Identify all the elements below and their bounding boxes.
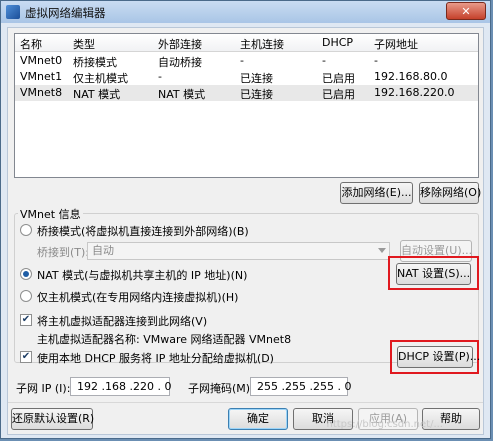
row-dhcp: 已启用 xyxy=(322,72,355,85)
bridged-mode-radio[interactable] xyxy=(20,224,32,236)
connect-adapter-label[interactable]: 将主机虚拟适配器连接到此网络(V) xyxy=(37,313,207,329)
bridged-to-select[interactable]: 自动 xyxy=(87,242,390,260)
subnet-ip-input[interactable]: 192 .168 .220 . 0 xyxy=(70,377,171,396)
restore-defaults-button[interactable]: 还原默认设置(R) xyxy=(11,408,94,430)
subnet-mask-label: 子网掩码(M): xyxy=(188,382,254,395)
row-host: 已连接 xyxy=(240,88,273,101)
row-name: VMnet0 xyxy=(20,54,63,67)
row-subnet: 192.168.220.0 xyxy=(374,86,455,99)
list-header: 名称 类型 外部连接 主机连接 DHCP 子网地址 xyxy=(15,34,478,52)
row-type: 桥接模式 xyxy=(73,56,117,69)
dhcp-settings-button[interactable]: DHCP 设置(P)... xyxy=(397,346,480,368)
title-bar[interactable]: 虚拟网络编辑器 ✕ xyxy=(1,1,490,23)
ok-button[interactable]: 确定 xyxy=(228,408,288,430)
subnet-mask-input[interactable]: 255 .255 .255 . 0 xyxy=(250,377,351,396)
vmnet-info-label: VMnet 信息 xyxy=(18,206,83,222)
table-row[interactable]: VMnet0 桥接模式 自动桥接 - - - xyxy=(15,53,478,69)
row-dhcp: - xyxy=(322,54,326,67)
dialog-body: 名称 类型 外部连接 主机连接 DHCP 子网地址 VMnet0 桥接模式 自动… xyxy=(7,27,484,435)
bridged-mode-label[interactable]: 桥接模式(将虚拟机直接连接到外部网络)(B) xyxy=(37,223,249,239)
divider xyxy=(8,402,483,403)
bridged-to-value: 自动 xyxy=(92,244,114,257)
row-host: 已连接 xyxy=(240,72,273,85)
adapter-name-label: 主机虚拟适配器名称: VMware 网络适配器 VMnet8 xyxy=(37,333,292,346)
host-only-radio[interactable] xyxy=(20,290,32,302)
close-button[interactable]: ✕ xyxy=(446,2,486,20)
row-name: VMnet8 xyxy=(20,86,63,99)
virtual-network-editor-window: 虚拟网络编辑器 ✕ 名称 类型 外部连接 主机连接 DHCP 子网地址 VMne… xyxy=(0,0,491,439)
column-header-subnet[interactable]: 子网地址 xyxy=(374,36,418,52)
nat-mode-label[interactable]: NAT 模式(与虚拟机共享主机的 IP 地址)(N) xyxy=(37,267,247,283)
row-external: NAT 模式 xyxy=(158,88,206,101)
use-dhcp-checkbox[interactable]: ✔ xyxy=(20,351,32,363)
row-dhcp: 已启用 xyxy=(322,88,355,101)
add-network-button[interactable]: 添加网络(E)... xyxy=(340,182,413,204)
use-dhcp-label[interactable]: 使用本地 DHCP 服务将 IP 地址分配给虚拟机(D) xyxy=(37,350,274,366)
row-external: - xyxy=(158,70,162,83)
watermark: https://blog.csdn.net/... xyxy=(326,419,443,430)
row-subnet: - xyxy=(374,54,378,67)
row-name: VMnet1 xyxy=(20,70,63,83)
network-list[interactable]: 名称 类型 外部连接 主机连接 DHCP 子网地址 VMnet0 桥接模式 自动… xyxy=(14,33,479,178)
table-row-selected[interactable]: VMnet8 NAT 模式 NAT 模式 已连接 已启用 192.168.220… xyxy=(15,85,478,101)
window-title: 虚拟网络编辑器 xyxy=(25,6,106,20)
nat-mode-radio[interactable] xyxy=(20,268,32,280)
column-header-name[interactable]: 名称 xyxy=(20,36,42,52)
column-header-dhcp[interactable]: DHCP xyxy=(322,36,353,49)
table-row[interactable]: VMnet1 仅主机模式 - 已连接 已启用 192.168.80.0 xyxy=(15,69,478,85)
subnet-ip-label: 子网 IP (I): xyxy=(16,382,71,395)
connect-adapter-checkbox[interactable]: ✔ xyxy=(20,314,32,326)
bridged-to-label: 桥接到(T): xyxy=(37,246,90,259)
column-header-external[interactable]: 外部连接 xyxy=(158,36,202,52)
column-header-type[interactable]: 类型 xyxy=(73,36,95,52)
row-external: 自动桥接 xyxy=(158,56,202,69)
row-subnet: 192.168.80.0 xyxy=(374,70,448,83)
nat-settings-button[interactable]: NAT 设置(S)... xyxy=(396,263,471,285)
column-header-host[interactable]: 主机连接 xyxy=(240,36,284,52)
row-host: - xyxy=(240,54,244,67)
remove-network-button[interactable]: 移除网络(O) xyxy=(419,182,481,204)
row-type: NAT 模式 xyxy=(73,88,121,101)
row-type: 仅主机模式 xyxy=(73,72,128,85)
chevron-down-icon xyxy=(378,248,386,253)
host-only-label[interactable]: 仅主机模式(在专用网络内连接虚拟机)(H) xyxy=(37,289,238,305)
app-icon xyxy=(6,5,20,19)
